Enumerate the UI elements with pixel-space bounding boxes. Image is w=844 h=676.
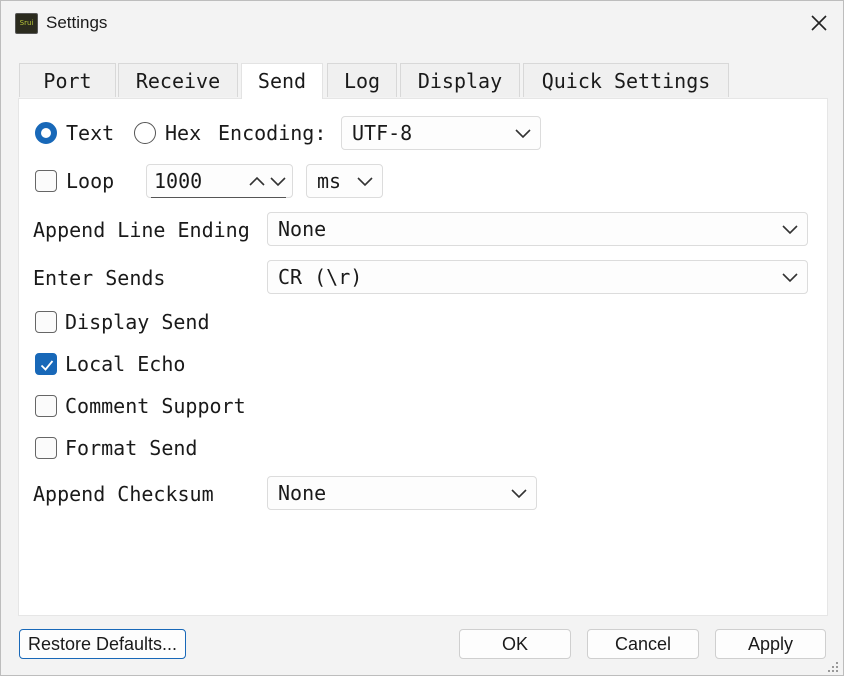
loop-label: Loop — [66, 169, 115, 193]
chevron-down-icon[interactable] — [269, 174, 287, 188]
tab-send[interactable]: Send — [241, 63, 323, 99]
chevron-down-icon — [782, 273, 798, 283]
hex-mode-radio[interactable] — [134, 122, 156, 144]
format-send-label: Format Send — [65, 436, 198, 460]
resize-grip-icon[interactable] — [827, 661, 839, 673]
ok-button[interactable]: OK — [459, 629, 571, 659]
local-echo-label: Local Echo — [65, 352, 186, 376]
tab-log[interactable]: Log — [327, 63, 397, 97]
tab-receive[interactable]: Receive — [118, 63, 238, 97]
settings-dialog: Srui Settings Port Receive Send Log Disp… — [0, 0, 844, 676]
format-send-checkbox[interactable] — [35, 437, 57, 459]
checksum-label: Append Checksum — [33, 482, 214, 506]
comment-support-checkbox[interactable] — [35, 395, 57, 417]
close-button[interactable] — [807, 11, 831, 35]
encoding-select[interactable]: UTF-8 — [341, 116, 541, 150]
tab-quick-settings[interactable]: Quick Settings — [523, 63, 729, 97]
display-send-label: Display Send — [65, 310, 210, 334]
tab-port[interactable]: Port — [19, 63, 116, 97]
text-mode-label: Text — [66, 121, 115, 145]
enter-sends-label: Enter Sends — [33, 266, 166, 290]
spinbox-focus-underline — [151, 197, 286, 198]
loop-unit-select[interactable]: ms — [306, 164, 383, 198]
hex-mode-label: Hex — [165, 121, 202, 145]
display-send-checkbox[interactable] — [35, 311, 57, 333]
enter-sends-select[interactable]: CR (\r) — [267, 260, 808, 294]
cancel-button[interactable]: Cancel — [587, 629, 699, 659]
comment-support-label: Comment Support — [65, 394, 246, 418]
chevron-down-icon — [782, 225, 798, 235]
close-icon — [811, 15, 827, 31]
text-mode-radio[interactable] — [35, 122, 57, 144]
chevron-down-icon — [515, 129, 531, 139]
apply-button[interactable]: Apply — [715, 629, 826, 659]
checkmark-icon — [40, 360, 54, 371]
loop-unit-value: ms — [317, 169, 342, 193]
line-ending-label: Append Line Ending — [33, 218, 250, 242]
loop-interval-value: 1000 — [154, 169, 203, 193]
tab-display[interactable]: Display — [400, 63, 520, 97]
loop-interval-spinbox[interactable]: 1000 — [146, 164, 293, 198]
line-ending-value: None — [278, 217, 327, 241]
enter-sends-value: CR (\r) — [278, 265, 363, 289]
encoding-label: Encoding: — [218, 121, 327, 145]
encoding-value: UTF-8 — [352, 121, 413, 145]
line-ending-select[interactable]: None — [267, 212, 808, 246]
chevron-up-icon[interactable] — [248, 174, 266, 188]
loop-checkbox[interactable] — [35, 170, 57, 192]
app-icon: Srui — [15, 13, 38, 34]
title-bar: Srui Settings — [1, 1, 843, 45]
checksum-select[interactable]: None — [267, 476, 537, 510]
restore-defaults-button[interactable]: Restore Defaults... — [19, 629, 186, 659]
local-echo-checkbox[interactable] — [35, 353, 57, 375]
checksum-value: None — [278, 481, 327, 505]
chevron-down-icon — [511, 489, 527, 499]
window-title: Settings — [46, 13, 108, 32]
chevron-down-icon — [357, 177, 373, 187]
